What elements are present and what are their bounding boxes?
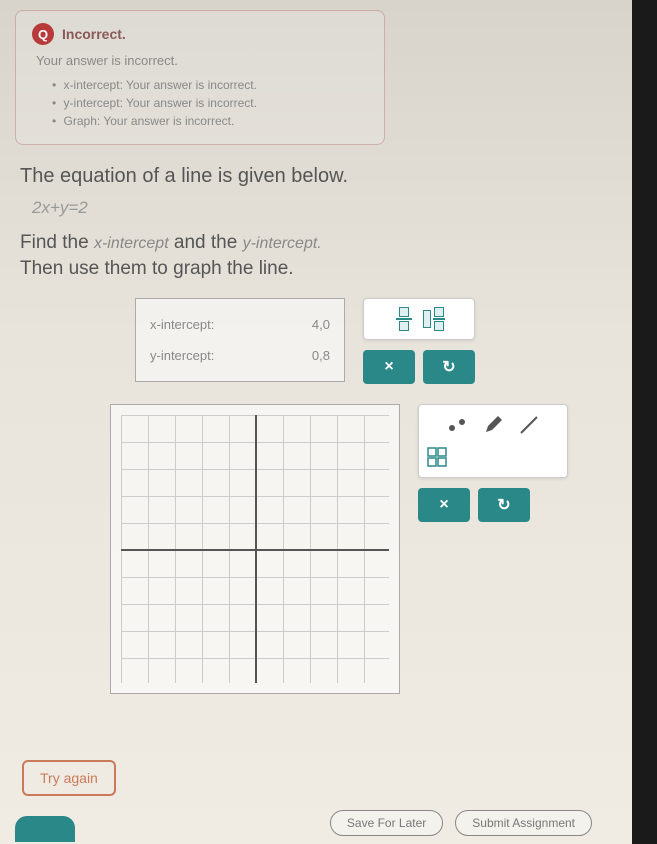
question-line2: Find the x-intercept and the y-intercept… (20, 232, 612, 254)
incorrect-icon: Q (32, 23, 54, 45)
submit-assignment-button[interactable]: Submit Assignment (455, 810, 592, 836)
y-intercept-label: y-intercept: (150, 348, 214, 363)
feedback-box: Q Incorrect. Your answer is incorrect. x… (15, 10, 385, 145)
grid-tool-icon[interactable] (427, 445, 559, 469)
intercept-table: x-intercept: 4,0 y-intercept: 0,8 (135, 298, 345, 382)
feedback-item: x-intercept: Your answer is incorrect. (52, 78, 368, 92)
y-intercept-value[interactable]: 0,8 (312, 348, 330, 363)
bottom-bar: Save For Later Submit Assignment (330, 810, 592, 836)
action-buttons: × ↻ (363, 350, 475, 384)
feedback-item: Graph: Your answer is incorrect. (52, 114, 368, 128)
question-line1: The equation of a line is given below. (20, 165, 612, 188)
y-axis (255, 415, 257, 683)
try-again-button[interactable]: Try again (22, 760, 116, 796)
x-intercept-term: x-intercept (94, 235, 169, 252)
point-tool-icon[interactable] (443, 413, 471, 437)
graph-canvas[interactable] (110, 404, 400, 694)
y-intercept-row: y-intercept: 0,8 (150, 340, 330, 371)
question-line3: Then use them to graph the line. (20, 258, 612, 280)
text: Find the (20, 232, 94, 253)
clear-button[interactable]: × (363, 350, 415, 384)
work-area: x-intercept: 4,0 y-intercept: 0,8 × ↻ (15, 298, 612, 384)
x-intercept-row: x-intercept: 4,0 (150, 309, 330, 340)
feedback-header: Q Incorrect. (32, 23, 368, 45)
bottom-tab[interactable] (15, 816, 75, 842)
draw-tool-panel (418, 404, 568, 478)
graph-action-buttons: × ↻ (418, 488, 568, 522)
mixed-fraction-icon[interactable] (423, 307, 445, 331)
equation: 2x+y=2 (32, 198, 612, 218)
y-intercept-term: y-intercept. (243, 235, 322, 252)
graph-row: × ↻ (15, 404, 612, 694)
feedback-list: x-intercept: Your answer is incorrect. y… (32, 78, 368, 128)
save-for-later-button[interactable]: Save For Later (330, 810, 443, 836)
feedback-title: Incorrect. (62, 26, 126, 42)
graph-clear-button[interactable]: × (418, 488, 470, 522)
line-tool-icon[interactable] (515, 413, 543, 437)
fraction-icon[interactable] (393, 307, 415, 331)
graph-tools: × ↻ (418, 404, 568, 522)
x-intercept-value[interactable]: 4,0 (312, 317, 330, 332)
feedback-subtitle: Your answer is incorrect. (36, 53, 368, 68)
pencil-tool-icon[interactable] (479, 413, 507, 437)
graph-redo-button[interactable]: ↻ (478, 488, 530, 522)
x-intercept-label: x-intercept: (150, 317, 214, 332)
redo-button[interactable]: ↻ (423, 350, 475, 384)
feedback-item: y-intercept: Your answer is incorrect. (52, 96, 368, 110)
fraction-tool-panel (363, 298, 475, 340)
intercept-tools: × ↻ (363, 298, 475, 384)
text: and the (174, 232, 243, 253)
question-block: The equation of a line is given below. 2… (20, 165, 612, 280)
